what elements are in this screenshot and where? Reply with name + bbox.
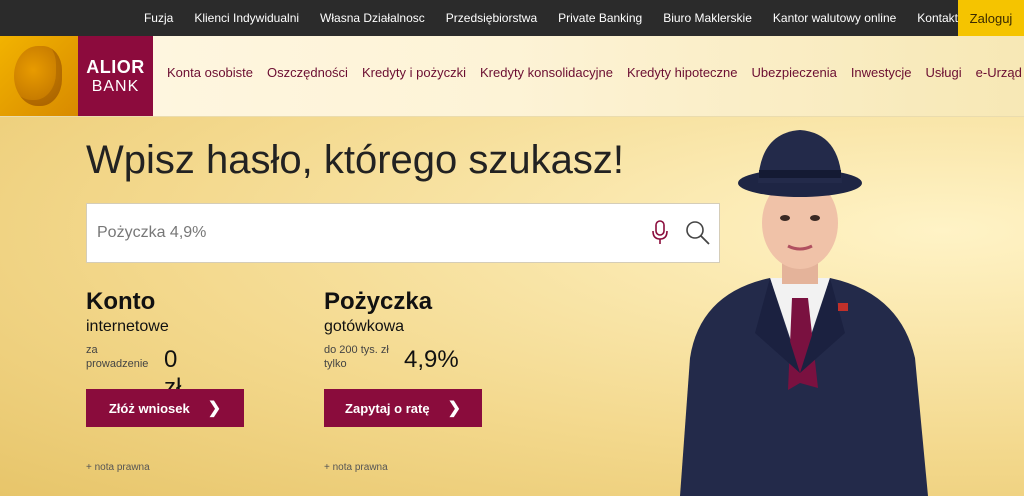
promo-pozyczka-value: 4,9%: [404, 346, 459, 373]
topnav-item-klienci-indywidualni[interactable]: Klienci Indywidualni: [194, 11, 299, 25]
promo-konto-small2: prowadzenie: [86, 358, 149, 370]
nav-item-e-urzad[interactable]: e-Urząd: [976, 65, 1022, 80]
promo-konto-small1: za: [86, 344, 98, 356]
microphone-icon[interactable]: [651, 220, 669, 246]
search-box[interactable]: Pożyczka 4,9%: [86, 203, 720, 263]
topnav-item-wlasna-dzialalnosc[interactable]: Własna Działalnosc: [320, 11, 425, 25]
logo-line1: ALIOR: [86, 56, 145, 77]
nav-item-kredyty-pozyczki[interactable]: Kredyty i pożyczki: [362, 65, 466, 80]
main-nav: Konta osobiste Oszczędności Kredyty i po…: [160, 36, 1024, 108]
apply-button-label: Złóż wniosek: [108, 400, 190, 416]
topnav-item-kontakt[interactable]: Kontakt: [917, 11, 958, 25]
alior-bank-logo[interactable]: ALIOR BANK: [0, 36, 153, 116]
nav-item-kredyty-konsolidacyjne[interactable]: Kredyty konsolidacyjne: [480, 65, 613, 80]
topnav-item-fuzja[interactable]: Fuzja: [144, 11, 173, 25]
nav-item-kredyty-hipoteczne[interactable]: Kredyty hipoteczne: [627, 65, 738, 80]
topnav-item-kantor-walutowy[interactable]: Kantor walutowy online: [773, 11, 896, 25]
promo-konto-title: Konto: [86, 288, 156, 315]
login-button[interactable]: Zaloguj: [958, 0, 1024, 36]
promo-konto-subtitle: internetowe: [86, 318, 169, 335]
topnav-item-przedsiebiorstwa[interactable]: Przedsiębiorstwa: [446, 11, 537, 25]
promo-konto: Konto internetowe za prowadzenie 0 zł: [86, 288, 181, 401]
logo-wordmark: ALIOR BANK: [78, 36, 153, 116]
top-nav: Fuzja Klienci Indywidualni Własna Działa…: [123, 0, 958, 36]
hero-heading: Wpisz hasło, którego szukasz!: [86, 138, 624, 182]
legal-note-link[interactable]: + nota prawna: [86, 462, 150, 473]
promo-pozyczka-title: Pożyczka: [324, 288, 433, 315]
hero-person-image: [680, 130, 928, 496]
promo-pozyczka-small2: tylko: [324, 358, 347, 370]
promo-pozyczka-subtitle: gotówkowa: [324, 318, 405, 335]
chevron-right-icon: ❯: [207, 400, 222, 417]
nav-item-uslugi[interactable]: Usługi: [926, 65, 962, 80]
logo-emblem-icon: [0, 36, 78, 116]
logo-line2: BANK: [91, 77, 140, 95]
ask-rate-button[interactable]: Zapytaj o ratę ❯: [324, 389, 482, 427]
top-bar: Fuzja Klienci Indywidualni Własna Działa…: [0, 0, 1024, 36]
search-icon[interactable]: [685, 220, 711, 246]
nav-item-oszczednosci[interactable]: Oszczędności: [267, 65, 348, 80]
search-input[interactable]: Pożyczka 4,9%: [97, 224, 206, 242]
nav-item-ubezpieczenia[interactable]: Ubezpieczenia: [752, 65, 837, 80]
promo-pozyczka-small1: do 200 tys. zł: [324, 344, 389, 356]
nav-item-inwestycje[interactable]: Inwestycje: [851, 65, 912, 80]
chevron-right-icon: ❯: [447, 400, 461, 417]
nav-item-konta-osobiste[interactable]: Konta osobiste: [167, 65, 253, 80]
topnav-item-private-banking[interactable]: Private Banking: [558, 11, 642, 25]
apply-button[interactable]: Złóż wniosek ❯: [86, 389, 244, 427]
topnav-item-biuro-maklerskie[interactable]: Biuro Maklerskie: [663, 11, 752, 25]
ask-rate-button-label: Zapytaj o ratę: [345, 400, 430, 416]
promo-pozyczka: Pożyczka gotówkowa do 200 tys. zł tylko …: [324, 288, 459, 373]
legal-note-link[interactable]: + nota prawna: [324, 462, 388, 473]
